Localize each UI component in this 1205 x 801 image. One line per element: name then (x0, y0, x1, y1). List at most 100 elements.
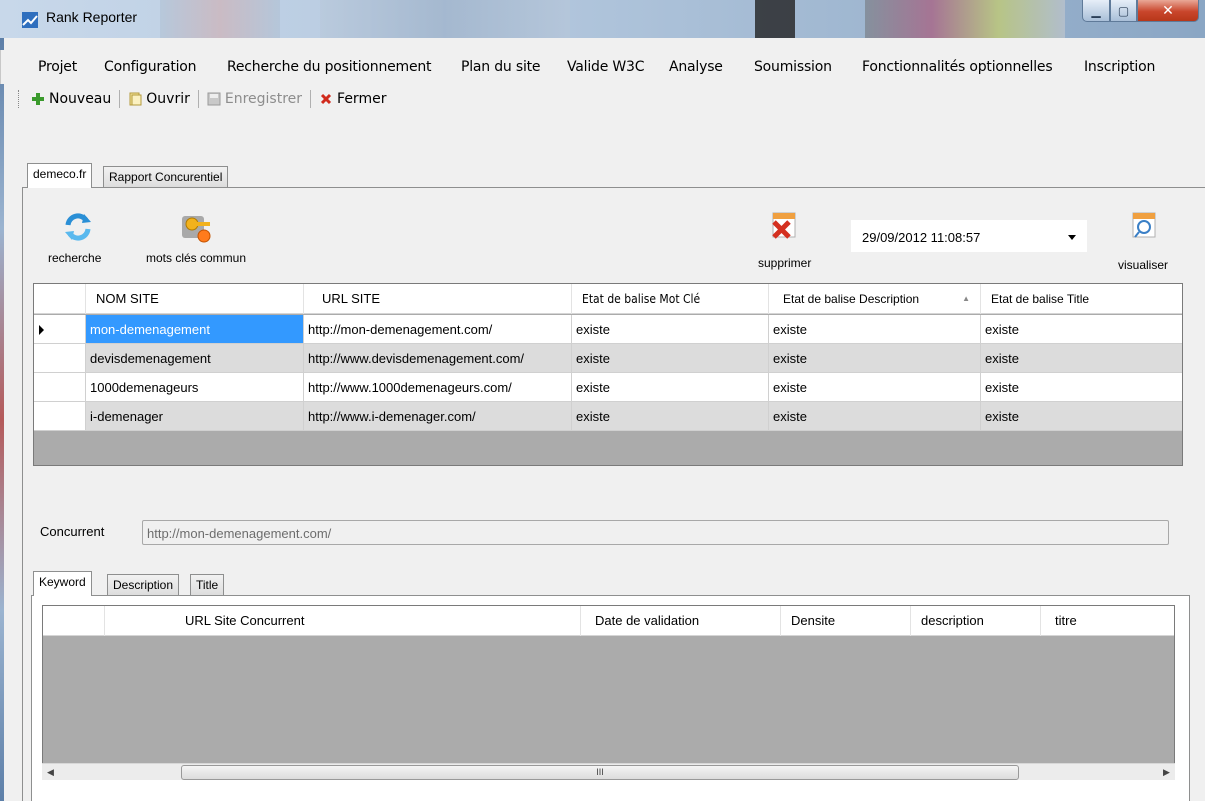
delete-button[interactable]: supprimer (757, 210, 821, 270)
cell-etat-title[interactable]: existe (981, 373, 1182, 402)
menu-fonctionnalites-optionnelles[interactable]: Fonctionnalités optionnelles (862, 59, 1053, 75)
save-icon (207, 92, 221, 106)
cell-etat-description[interactable]: existe (769, 315, 981, 344)
save-button[interactable]: Enregistrer (203, 91, 306, 107)
maximize-icon: ▢ (1117, 3, 1130, 18)
col-etat-mot-cle[interactable]: Etat de balise Mot Clé (572, 284, 769, 314)
minimize-icon: ▁ (1091, 3, 1101, 18)
col-url-site[interactable]: URL SITE (304, 284, 572, 314)
view-calendar-icon (1132, 212, 1156, 238)
cell-url-site[interactable]: http://www.devisdemenagement.com/ (304, 344, 572, 373)
sites-table: NOM SITE URL SITE Etat de balise Mot Clé… (33, 283, 1183, 466)
view-button[interactable]: visualiser (1116, 210, 1180, 274)
title-bar-decoration (865, 0, 1065, 38)
chevron-down-icon (1068, 235, 1076, 240)
cell-etat-mot-cle[interactable]: existe (572, 373, 769, 402)
row-selector[interactable] (34, 402, 86, 431)
menu-valide-w3c[interactable]: Valide W3C (567, 59, 645, 75)
menu-analyse[interactable]: Analyse (669, 59, 723, 75)
cell-nom-site[interactable]: devisdemenagement (86, 344, 304, 373)
close-button[interactable]: Fermer (315, 91, 390, 107)
row-selector[interactable] (34, 373, 86, 402)
header-row-selector (34, 284, 86, 314)
col-etat-description[interactable]: Etat de balise Description ▲ (769, 284, 981, 314)
scroll-thumb[interactable]: III (181, 765, 1019, 780)
toolbar-separator (197, 90, 199, 108)
new-button[interactable]: Nouveau (27, 91, 115, 107)
open-label: Ouvrir (146, 91, 190, 107)
cell-url-site[interactable]: http://www.1000demenageurs.com/ (304, 373, 572, 402)
cell-etat-mot-cle[interactable]: existe (572, 344, 769, 373)
menu-inscription[interactable]: Inscription (1084, 59, 1155, 75)
open-button[interactable]: Ouvrir (124, 91, 194, 107)
cell-etat-title[interactable]: existe (981, 402, 1182, 431)
date-select[interactable]: 29/09/2012 11:08:57 (851, 220, 1087, 252)
close-x-icon (320, 93, 332, 105)
title-bar-decoration (160, 0, 280, 38)
tab-rapport-concurentiel[interactable]: Rapport Concurentiel (103, 166, 229, 188)
search-button[interactable]: recherche (48, 207, 108, 267)
competitor-table: URL Site Concurrent Date de validation D… (42, 605, 1175, 780)
tab-title[interactable]: Title (190, 574, 225, 596)
toolbar: Nouveau Ouvrir Enregistrer Fermer (18, 86, 390, 112)
menu-recherche-positionnement[interactable]: Recherche du positionnement (227, 59, 432, 75)
row-selector[interactable] (34, 344, 86, 373)
col-date-validation[interactable]: Date de validation (581, 606, 781, 636)
competitor-field[interactable]: http://mon-demenagement.com/ (142, 520, 1169, 545)
scroll-thumb-grip-icon: III (596, 767, 604, 777)
tab-demeco[interactable]: demeco.fr (27, 163, 93, 188)
menu-projet[interactable]: Projet (38, 59, 77, 75)
close-window-button[interactable]: ✕ (1137, 0, 1199, 22)
maximize-button[interactable]: ▢ (1110, 0, 1137, 22)
scroll-right-icon[interactable]: ▶ (1158, 764, 1175, 781)
tab-keyword[interactable]: Keyword (33, 571, 92, 596)
minimize-button[interactable]: ▁ (1082, 0, 1110, 22)
cell-url-site[interactable]: http://mon-demenagement.com/ (304, 315, 572, 344)
new-label: Nouveau (49, 91, 112, 107)
col-etat-description-label: Etat de balise Description (783, 292, 920, 306)
cell-nom-site[interactable]: mon-demenagement (86, 315, 304, 344)
cell-url-site[interactable]: http://www.i-demenager.com/ (304, 402, 572, 431)
window-frame-edge (0, 38, 4, 801)
horizontal-scrollbar[interactable]: ◀ III ▶ (42, 763, 1175, 780)
plus-icon (32, 93, 44, 105)
save-label: Enregistrer (224, 91, 303, 107)
competitor-label: Concurrent (40, 524, 105, 539)
table-row[interactable]: 1000demenageurs http://www.1000demenageu… (34, 373, 1182, 402)
table-row[interactable]: devisdemenagement http://www.devisdemena… (34, 344, 1182, 373)
cell-etat-mot-cle[interactable]: existe (572, 315, 769, 344)
view-label: visualiser (1118, 258, 1169, 272)
col-densite[interactable]: Densite (781, 606, 911, 636)
col-url-site-concurrent[interactable]: URL Site Concurrent (105, 606, 581, 636)
col-titre[interactable]: titre (1041, 606, 1174, 636)
cell-etat-title[interactable]: existe (981, 344, 1182, 373)
menu-soumission[interactable]: Soumission (754, 59, 832, 75)
cell-etat-description[interactable]: existe (769, 402, 981, 431)
table-row[interactable]: i-demenager http://www.i-demenager.com/ … (34, 402, 1182, 431)
col-description[interactable]: description (911, 606, 1041, 636)
cell-etat-title[interactable]: existe (981, 315, 1182, 344)
row-selector[interactable] (34, 315, 86, 344)
cell-etat-description[interactable]: existe (769, 344, 981, 373)
cell-etat-mot-cle[interactable]: existe (572, 402, 769, 431)
refresh-icon (65, 213, 91, 241)
menu-configuration[interactable]: Configuration (104, 59, 197, 75)
cell-nom-site[interactable]: 1000demenageurs (86, 373, 304, 402)
cell-nom-site[interactable]: i-demenager (86, 402, 304, 431)
title-bar-decoration (755, 0, 795, 38)
tab-description-label: Description (113, 578, 174, 592)
col-etat-title[interactable]: Etat de balise Title (981, 284, 1182, 314)
table-row[interactable]: mon-demenagement http://mon-demenagement… (34, 315, 1182, 344)
folder-icon (129, 92, 142, 106)
toolbar-grip (18, 90, 21, 108)
menu-plan-du-site[interactable]: Plan du site (461, 59, 541, 75)
keys-icon (182, 216, 211, 243)
common-keywords-button[interactable]: mots clés commun (146, 207, 266, 267)
tab-description[interactable]: Description (107, 574, 180, 596)
delete-calendar-icon (772, 212, 796, 239)
cell-etat-description[interactable]: existe (769, 373, 981, 402)
toolbar-separator (119, 90, 121, 108)
col-nom-site[interactable]: NOM SITE (86, 284, 304, 314)
menu-bar: Projet Configuration Recherche du positi… (0, 50, 1205, 84)
scroll-left-icon[interactable]: ◀ (42, 764, 59, 781)
